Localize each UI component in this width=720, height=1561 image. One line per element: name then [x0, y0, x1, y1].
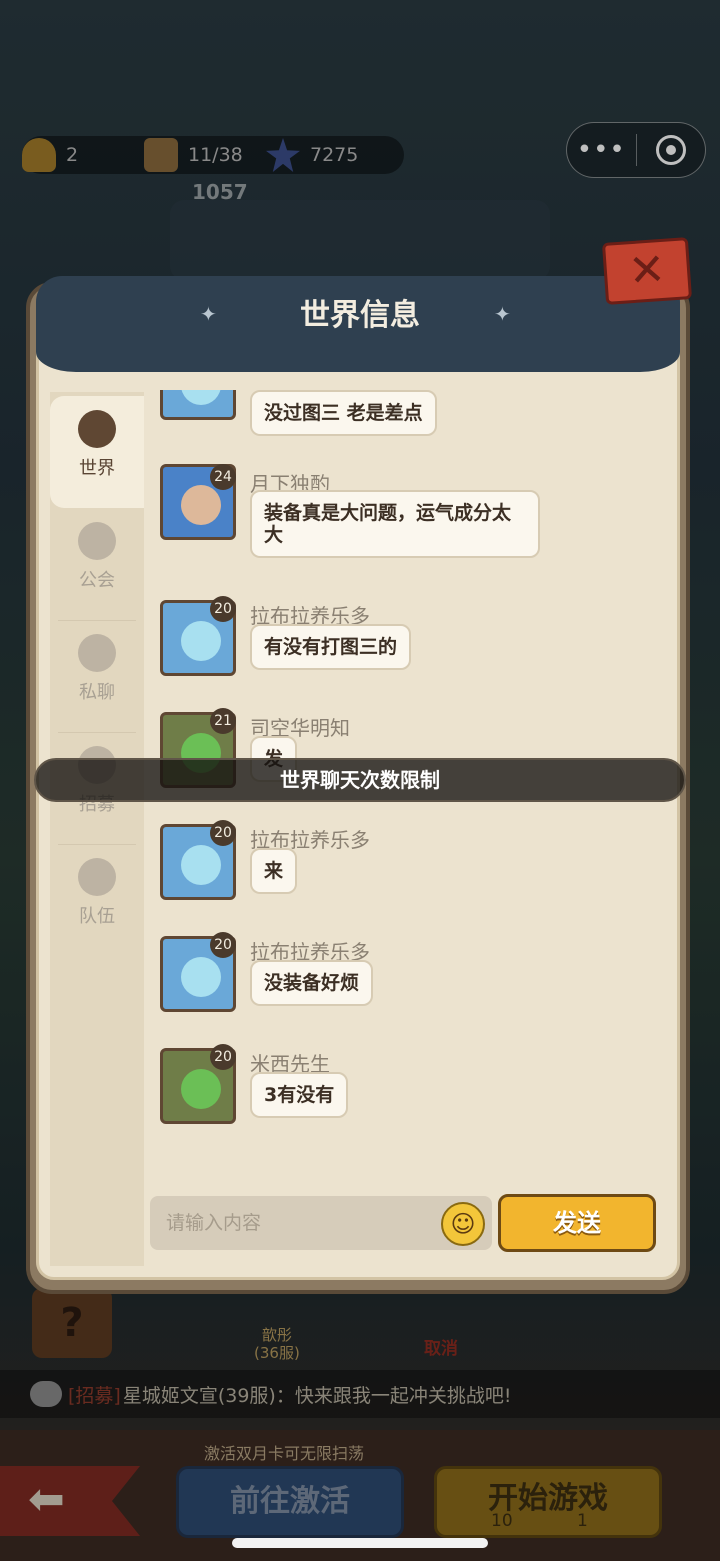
tab-label: 私聊 — [79, 682, 115, 703]
level-badge: 24 — [210, 464, 236, 490]
tab-private[interactable]: 私聊 — [50, 620, 144, 732]
avatar[interactable] — [160, 390, 236, 420]
send-button[interactable]: 发送 — [498, 1194, 656, 1252]
tab-label: 队伍 — [79, 906, 115, 927]
guild-badge-icon — [78, 522, 116, 560]
sparkle-icon: ✦ — [494, 302, 511, 326]
toast-message: 世界聊天次数限制 — [34, 758, 686, 802]
tab-label: 公会 — [79, 570, 115, 591]
smiley-icon: ☺ — [450, 1210, 476, 1238]
message-bubble: 没装备好烦 — [250, 960, 374, 1006]
tab-guild[interactable]: 公会 — [50, 508, 144, 620]
sparkle-icon: ✦ — [200, 302, 217, 326]
message-bubble: 3有没有 — [250, 1072, 349, 1118]
chat-bubble-icon — [78, 634, 116, 672]
emoji-button[interactable]: ☺ — [441, 1202, 485, 1246]
level-badge: 20 — [210, 596, 236, 622]
message-bubble: 装备真是大问题，运气成分太大 — [250, 490, 540, 558]
modal-title: 世界信息 — [300, 298, 420, 333]
tab-label: 世界 — [79, 458, 115, 479]
tab-world[interactable]: 世界 — [50, 396, 144, 508]
close-icon: ✕ — [626, 243, 668, 298]
home-indicator — [232, 1538, 488, 1548]
tab-team[interactable]: 队伍 — [50, 844, 144, 956]
close-button[interactable]: ✕ — [601, 237, 693, 305]
level-badge: 20 — [210, 1044, 236, 1070]
message-bubble: 没过图三 老是差点 — [250, 390, 437, 436]
level-badge: 21 — [210, 708, 236, 734]
team-icon — [78, 858, 116, 896]
planet-icon — [78, 410, 116, 448]
level-badge: 20 — [210, 820, 236, 846]
message-bubble: 有没有打图三的 — [250, 624, 412, 670]
level-badge: 20 — [210, 932, 236, 958]
message-bubble: 来 — [250, 848, 298, 894]
